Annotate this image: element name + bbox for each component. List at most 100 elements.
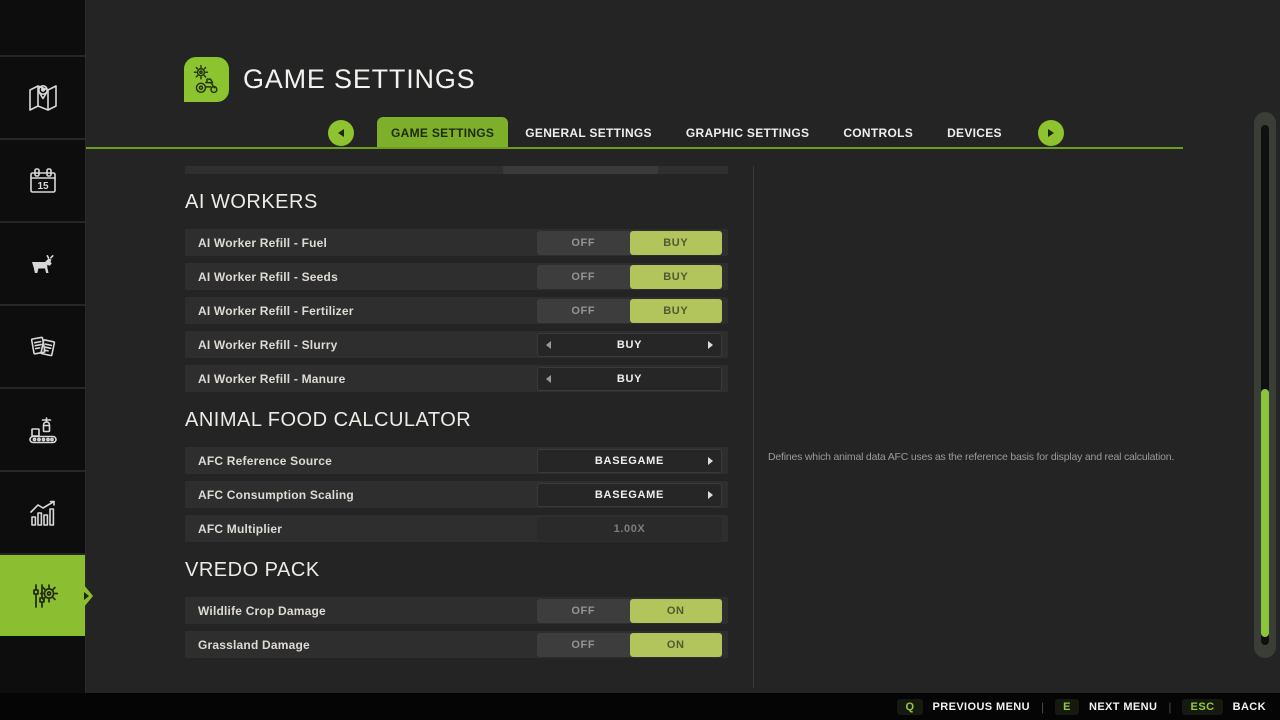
toggle-option-off[interactable]: OFF	[537, 599, 630, 623]
toggle-option-buy[interactable]: BUY	[630, 265, 723, 289]
sidebar-item-mod-settings[interactable]	[0, 555, 85, 638]
partial-row-control	[503, 166, 658, 174]
animal-icon	[25, 246, 61, 282]
tabs-previous-button[interactable]	[328, 120, 354, 146]
setting-control: OFFBUY	[537, 265, 722, 289]
setting-description: Defines which animal data AFC uses as th…	[768, 451, 1174, 463]
setting-label: AI Worker Refill - Slurry	[198, 338, 337, 352]
setting-row: AI Worker Refill - FuelOFFBUY	[185, 229, 728, 256]
setting-label: AI Worker Refill - Manure	[198, 372, 345, 386]
chevron-left-icon	[338, 129, 344, 137]
setting-row: AI Worker Refill - Manure BUY	[185, 365, 728, 392]
active-notch-arrow-icon	[84, 592, 89, 600]
settings-sliders-icon	[25, 578, 61, 614]
toggle-option-on[interactable]: ON	[630, 633, 723, 657]
selector-left-arrow-icon[interactable]	[546, 375, 551, 383]
readonly-value: 1.00X	[537, 517, 722, 541]
setting-control: OFFBUY	[537, 299, 722, 323]
tab-bar: GAME SETTINGSGENERAL SETTINGSGRAPHIC SET…	[328, 117, 1064, 148]
map-icon	[25, 80, 61, 116]
sidebar-item-finances[interactable]	[0, 306, 85, 389]
toggle-option-off[interactable]: OFF	[537, 231, 630, 255]
key-badge-e: E	[1055, 699, 1079, 715]
setting-control: OFFBUY	[537, 231, 722, 255]
setting-row: AI Worker Refill - Fertilizer OFFBUY	[185, 297, 728, 324]
production-icon	[25, 412, 61, 448]
news-icon	[25, 329, 61, 365]
sidebar-item-statistics[interactable]	[0, 472, 85, 555]
scrollbar-thumb[interactable]	[1261, 389, 1269, 637]
sidebar-spacer	[0, 0, 85, 57]
selector-right-arrow-icon[interactable]	[708, 457, 713, 465]
sidebar-item-animals[interactable]	[0, 223, 85, 306]
setting-row: Grassland Damage OFFON	[185, 631, 728, 658]
section-ai-workers: AI WORKERS AI Worker Refill - FuelOFFBUY A…	[185, 188, 728, 392]
tab-game-settings[interactable]: GAME SETTINGS	[377, 117, 508, 148]
toggle-option-off[interactable]: OFF	[537, 633, 630, 657]
setting-label: AFC Multiplier	[198, 522, 282, 536]
setting-row: Wildlife Crop Damage OFFON	[185, 597, 728, 624]
tab-controls[interactable]: CONTROLS	[826, 117, 930, 148]
setting-row: AI Worker Refill - Slurry BUY	[185, 331, 728, 358]
setting-label: Grassland Damage	[198, 638, 310, 652]
option-selector: BUY	[537, 333, 722, 357]
option-selector: BASEGAME	[537, 483, 722, 507]
setting-label: AI Worker Refill - Fertilizer	[198, 304, 354, 318]
footer-hint-bar: QPREVIOUS MENU|ENEXT MENU|ESCBACK	[0, 693, 1280, 720]
toggle-option-off[interactable]: OFF	[537, 265, 630, 289]
setting-control: BASEGAME	[537, 449, 722, 473]
toggle-option-off[interactable]: OFF	[537, 299, 630, 323]
sidebar-item-map[interactable]	[0, 57, 85, 140]
toggle-option-buy[interactable]: BUY	[630, 299, 723, 323]
selector-value: BUY	[617, 373, 642, 385]
sidebar-item-calendar[interactable]: 15	[0, 140, 85, 223]
tabs-next-button[interactable]	[1038, 120, 1064, 146]
toggle-group: OFFON	[537, 633, 722, 657]
section-title: VREDO PACK	[185, 556, 728, 584]
setting-control: BUY	[537, 333, 722, 357]
toggle-group: OFFBUY	[537, 265, 722, 289]
toggle-option-buy[interactable]: BUY	[630, 231, 723, 255]
hint-previous-menu: QPREVIOUS MENU	[897, 699, 1030, 715]
scrollbar	[1254, 112, 1276, 658]
setting-label: AFC Reference Source	[198, 454, 332, 468]
calendar-icon: 15	[25, 163, 61, 199]
settings-list: AI WORKERS AI Worker Refill - FuelOFFBUY A…	[185, 166, 728, 665]
toggle-group: OFFBUY	[537, 231, 722, 255]
toggle-option-on[interactable]: ON	[630, 599, 723, 623]
chevron-right-icon	[1048, 129, 1054, 137]
tab-graphic-settings[interactable]: GRAPHIC SETTINGS	[669, 117, 826, 148]
setting-control: OFFON	[537, 633, 722, 657]
tabs-container: GAME SETTINGSGENERAL SETTINGSGRAPHIC SET…	[354, 117, 1019, 148]
selector-right-arrow-icon[interactable]	[708, 341, 713, 349]
section-title: ANIMAL FOOD CALCULATOR	[185, 406, 728, 434]
setting-row: AFC Multiplier 1.00X	[185, 515, 728, 542]
section-animal-food-calculator: ANIMAL FOOD CALCULATOR AFC Reference Sour…	[185, 406, 728, 542]
selector-value: BUY	[617, 339, 642, 351]
setting-control: OFFON	[537, 599, 722, 623]
selector-left-arrow-icon[interactable]	[546, 341, 551, 349]
hint-next-menu: E NEXT MENU	[1055, 699, 1157, 715]
sidebar-item-production[interactable]	[0, 389, 85, 472]
statistics-icon	[25, 495, 61, 531]
section-vredo-pack: VREDO PACKWildlife Crop DamageOFFONGrass…	[185, 556, 728, 658]
tab-devices[interactable]: DEVICES	[930, 117, 1019, 148]
panel-divider	[753, 166, 754, 688]
hint-label: BACK	[1233, 701, 1266, 713]
key-badge-esc: ESC	[1182, 699, 1222, 715]
option-selector: BUY	[537, 367, 722, 391]
hint-label: NEXT MENU	[1089, 701, 1157, 713]
hint-label: PREVIOUS MENU	[933, 701, 1031, 713]
toggle-group: OFFON	[537, 599, 722, 623]
setting-control: BASEGAME	[537, 483, 722, 507]
tab-general-settings[interactable]: GENERAL SETTINGS	[508, 117, 669, 148]
section-title: AI WORKERS	[185, 188, 728, 216]
setting-label: Wildlife Crop Damage	[198, 604, 326, 618]
selector-value: BASEGAME	[595, 489, 664, 501]
scrollbar-track[interactable]	[1261, 125, 1269, 645]
tab-underline	[86, 147, 1183, 149]
setting-row: AFC Reference Source BASEGAME	[185, 447, 728, 474]
hint-separator: |	[1041, 700, 1044, 714]
selector-right-arrow-icon[interactable]	[708, 491, 713, 499]
setting-label: AI Worker Refill - Seeds	[198, 270, 338, 284]
